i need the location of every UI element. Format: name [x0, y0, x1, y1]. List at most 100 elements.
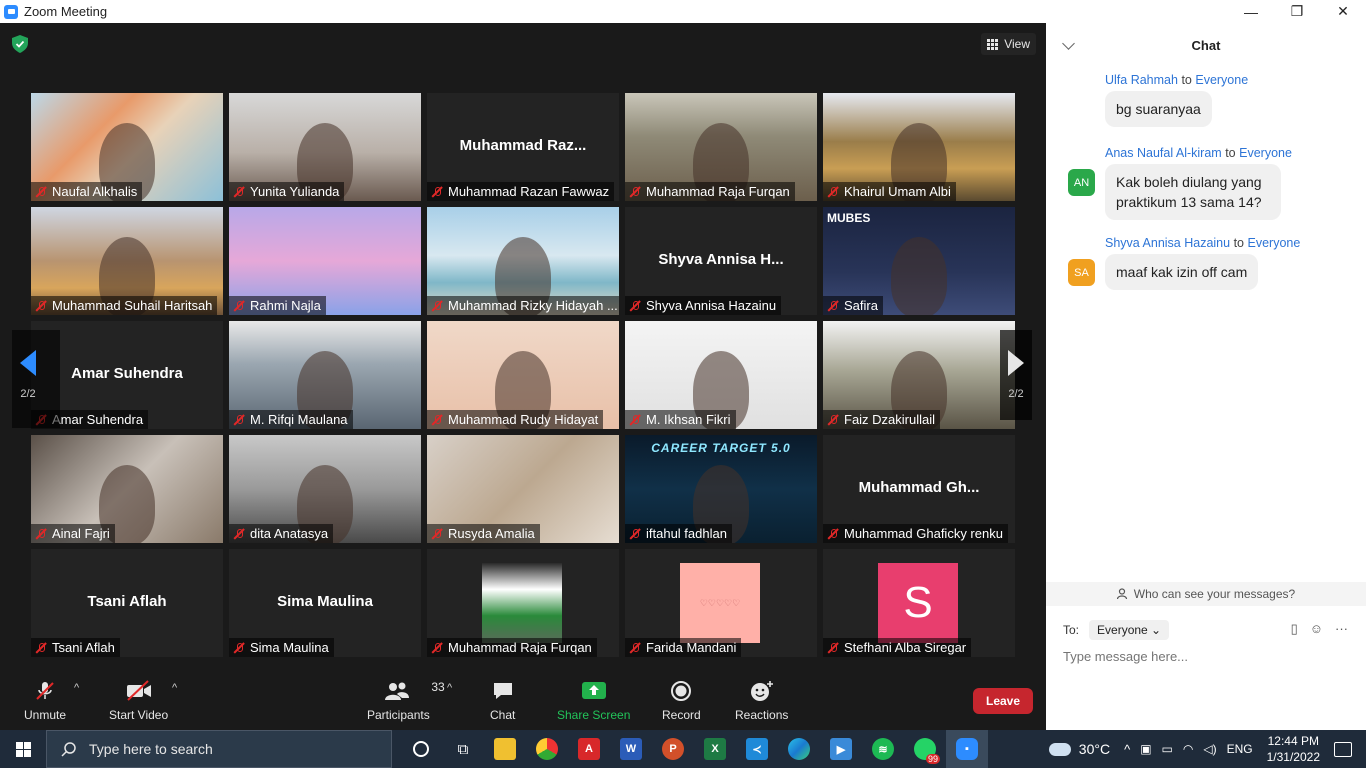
edge-button[interactable] — [778, 730, 820, 768]
participant-tile[interactable]: Muhammad Raja Furqan — [625, 93, 817, 201]
vscode-button[interactable]: ≺ — [736, 730, 778, 768]
volume-icon[interactable]: ◁) — [1203, 742, 1216, 756]
record-button[interactable]: Record — [662, 680, 701, 722]
whatsapp-button[interactable]: 99 — [904, 730, 946, 768]
more-options-icon[interactable]: ··· — [1335, 621, 1348, 637]
participant-tile[interactable]: Faiz Dzakirullail — [823, 321, 1015, 429]
record-icon — [671, 681, 692, 701]
participant-tile[interactable]: Naufal Alkhalis — [31, 93, 223, 201]
media-player-button[interactable]: ▶ — [820, 730, 862, 768]
participant-name-label: Muhammad Rudy Hidayat — [427, 410, 604, 429]
participant-tile[interactable]: M. Ikhsan Fikri — [625, 321, 817, 429]
video-options-caret[interactable]: ^ — [172, 682, 177, 694]
participant-tile[interactable]: CAREER TARGET 5.0 iftahul fadhlan — [625, 435, 817, 543]
leave-button[interactable]: Leave — [973, 688, 1033, 714]
zoom-taskbar-button[interactable]: ▪ — [946, 730, 988, 768]
meet-now-icon[interactable]: ▣ — [1140, 742, 1151, 756]
view-button[interactable]: View — [981, 33, 1036, 55]
emoji-icon[interactable]: ☺ — [1310, 621, 1323, 637]
word-icon: W — [620, 738, 642, 760]
message-sender[interactable]: Shyva Annisa Hazainu — [1105, 236, 1230, 250]
wifi-icon[interactable]: ◠ — [1183, 742, 1193, 756]
word-button[interactable]: W — [610, 730, 652, 768]
spotify-button[interactable]: ≋ — [862, 730, 904, 768]
participant-name: Ainal Fajri — [52, 526, 110, 541]
participant-tile[interactable]: Muhammad Raja Furqan — [427, 549, 619, 657]
battery-icon[interactable]: ▭ — [1162, 742, 1173, 756]
participant-tile[interactable]: Tsani Aflah Tsani Aflah — [31, 549, 223, 657]
participant-tile[interactable]: Khairul Umam Albi — [823, 93, 1015, 201]
participant-name-label: Sima Maulina — [229, 638, 334, 657]
participant-tile[interactable]: ♡♡♡♡♡ Farida Mandani — [625, 549, 817, 657]
message-input[interactable] — [1063, 649, 1348, 664]
participant-name: Muhammad Razan Fawwaz — [448, 184, 610, 199]
prev-page-button[interactable]: 2/2 — [12, 330, 44, 420]
participant-tile[interactable]: Muhammad Rizky Hidayah ... — [427, 207, 619, 315]
participant-name-label: Muhammad Ghaficky renku — [823, 524, 1008, 543]
windows-logo-icon — [15, 741, 31, 757]
cortana-button[interactable] — [400, 730, 442, 768]
excel-button[interactable]: X — [694, 730, 736, 768]
participant-name-large: Sima Maulina — [277, 593, 373, 610]
chat-button[interactable]: Chat — [490, 680, 515, 722]
file-explorer-button[interactable] — [484, 730, 526, 768]
pdf-icon: A — [578, 738, 600, 760]
participant-tile[interactable]: MUBES Safira — [823, 207, 1015, 315]
audio-options-caret[interactable]: ^ — [74, 682, 79, 694]
participant-name-label: Rusyda Amalia — [427, 524, 540, 543]
participant-tile[interactable]: Sima Maulina Sima Maulina — [229, 549, 421, 657]
message-sender[interactable]: Anas Naufal Al-kiram — [1105, 146, 1222, 160]
participant-tile[interactable]: Muhammad Rudy Hidayat — [427, 321, 619, 429]
participant-name: Faiz Dzakirullail — [844, 412, 936, 427]
participant-name: Amar Suhendra — [52, 412, 144, 427]
chevron-up-icon[interactable]: ^ — [1124, 742, 1130, 757]
next-page-button[interactable]: 2/2 — [1000, 330, 1032, 420]
participant-tile[interactable]: M. Rifqi Maulana — [229, 321, 421, 429]
start-video-button[interactable]: Start Video — [109, 680, 168, 722]
participants-icon — [385, 682, 410, 700]
participant-tile[interactable]: Rahmi Najla — [229, 207, 421, 315]
close-button[interactable]: ✕ — [1320, 0, 1366, 23]
chevron-down-icon[interactable] — [1062, 37, 1075, 50]
participant-name-label: Muhammad Rizky Hidayah ... — [427, 296, 619, 315]
participant-tile[interactable]: Ainal Fajri — [31, 435, 223, 543]
start-button[interactable] — [0, 730, 46, 768]
security-shield-icon[interactable] — [12, 35, 28, 53]
mic-muted-icon — [827, 528, 839, 540]
who-can-see-link[interactable]: Who can see your messages? — [1046, 582, 1366, 606]
taskbar-search-box[interactable]: Type here to search — [46, 730, 392, 768]
participants-options-caret[interactable]: ^ — [447, 682, 452, 694]
recipient-select[interactable]: Everyone ⌄ — [1089, 620, 1170, 640]
participant-tile[interactable]: Rusyda Amalia — [427, 435, 619, 543]
chrome-button[interactable] — [526, 730, 568, 768]
powerpoint-button[interactable]: P — [652, 730, 694, 768]
participant-tile[interactable]: Muhammad Suhail Haritsah — [31, 207, 223, 315]
powerpoint-icon: P — [662, 738, 684, 760]
participant-tile[interactable]: Yunita Yulianda — [229, 93, 421, 201]
task-view-button[interactable]: ⧉ — [442, 730, 484, 768]
participant-name-label: Faiz Dzakirullail — [823, 410, 941, 429]
participant-tile[interactable]: S Stefhani Alba Siregar — [823, 549, 1015, 657]
notification-icon[interactable] — [1334, 741, 1352, 757]
share-screen-icon — [581, 682, 606, 699]
weather-widget[interactable]: 30°C — [1048, 741, 1110, 757]
minimize-button[interactable]: — — [1228, 0, 1274, 23]
file-icon[interactable]: ▯ — [1291, 621, 1298, 637]
task-view-icon: ⧉ — [457, 740, 469, 758]
reactions-button[interactable]: Reactions — [735, 680, 788, 722]
message-sender[interactable]: Ulfa Rahmah — [1105, 73, 1178, 87]
maximize-button[interactable]: ❐ — [1274, 0, 1320, 23]
participants-button[interactable]: 33 Participants — [367, 680, 445, 722]
language-indicator[interactable]: ENG — [1227, 742, 1253, 756]
participant-tile[interactable]: dita Anatasya — [229, 435, 421, 543]
unmute-button[interactable]: Unmute — [24, 680, 66, 722]
participant-tile[interactable]: Muhammad Raz... Muhammad Razan Fawwaz — [427, 93, 619, 201]
participant-name: Muhammad Raja Furqan — [448, 640, 592, 655]
mic-muted-icon — [233, 642, 245, 654]
share-screen-button[interactable]: Share Screen — [557, 680, 630, 722]
participant-name-label: dita Anatasya — [229, 524, 334, 543]
acrobat-button[interactable]: A — [568, 730, 610, 768]
clock[interactable]: 12:44 PM 1/31/2022 — [1267, 733, 1320, 765]
participant-tile[interactable]: Shyva Annisa H... Shyva Annisa Hazainu — [625, 207, 817, 315]
participant-tile[interactable]: Muhammad Gh... Muhammad Ghaficky renku — [823, 435, 1015, 543]
